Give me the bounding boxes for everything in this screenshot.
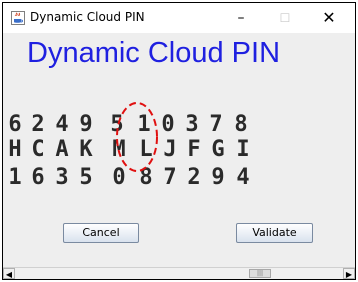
scrollbar-thumb[interactable]: ||| [249, 269, 271, 278]
grid-cell: 4 [236, 165, 250, 190]
grid-cell: 3 [185, 112, 199, 137]
page-title: Dynamic Cloud PIN [27, 37, 281, 69]
grid-cell: 6 [31, 165, 45, 190]
grid-cell: 4 [55, 112, 69, 137]
minimize-button[interactable]: – [221, 3, 261, 33]
grid-cell: M [112, 137, 126, 162]
grid-cell: 8 [139, 165, 153, 190]
digit-row-bottom: 1 6 3 5 0 8 7 2 9 4 [3, 164, 303, 192]
grid-cell: 6 [8, 112, 22, 137]
grid-cell: 9 [211, 165, 225, 190]
grid-cell: J [163, 137, 177, 162]
close-button[interactable]: ✕ [309, 3, 349, 33]
grid-cell: 2 [187, 165, 201, 190]
grid-cell: L [139, 137, 153, 162]
grid-cell: 1 [137, 112, 151, 137]
grid-cell: 0 [112, 165, 126, 190]
grid-cell: 3 [55, 165, 69, 190]
grid-cell: 1 [8, 165, 22, 190]
validate-button[interactable]: Validate [236, 223, 313, 243]
java-app-icon [11, 11, 25, 25]
content-panel: Dynamic Cloud PIN 6 2 4 9 5 1 0 3 7 8 H … [3, 33, 355, 267]
grid-cell: G [211, 137, 225, 162]
grid-cell: 0 [161, 112, 175, 137]
scroll-left-arrow-icon[interactable]: ◀ [3, 268, 15, 279]
grid-cell: 8 [234, 112, 248, 137]
grid-cell: A [55, 137, 69, 162]
digit-row-top: 6 2 4 9 5 1 0 3 7 8 [3, 111, 303, 139]
grid-cell: 9 [79, 112, 93, 137]
grid-cell: 7 [163, 165, 177, 190]
horizontal-scrollbar[interactable]: ◀ ||| ▶ [3, 267, 355, 279]
cancel-button[interactable]: Cancel [63, 223, 139, 243]
letter-row: H C A K M L J F G I [3, 136, 303, 164]
grid-cell: I [236, 137, 250, 162]
app-window: Dynamic Cloud PIN – ☐ ✕ Dynamic Cloud PI… [2, 2, 356, 280]
grid-cell: H [8, 137, 22, 162]
grid-cell: 7 [209, 112, 223, 137]
grid-cell: K [79, 137, 93, 162]
maximize-button[interactable]: ☐ [265, 3, 305, 33]
window-title: Dynamic Cloud PIN [30, 10, 145, 24]
grid-cell: 5 [79, 165, 93, 190]
title-bar[interactable]: Dynamic Cloud PIN – ☐ ✕ [3, 3, 355, 33]
grid-cell: F [187, 137, 201, 162]
scroll-right-arrow-icon[interactable]: ▶ [343, 268, 355, 279]
grid-cell: 5 [110, 112, 124, 137]
grid-cell: 2 [31, 112, 45, 137]
grid-cell: C [31, 137, 45, 162]
